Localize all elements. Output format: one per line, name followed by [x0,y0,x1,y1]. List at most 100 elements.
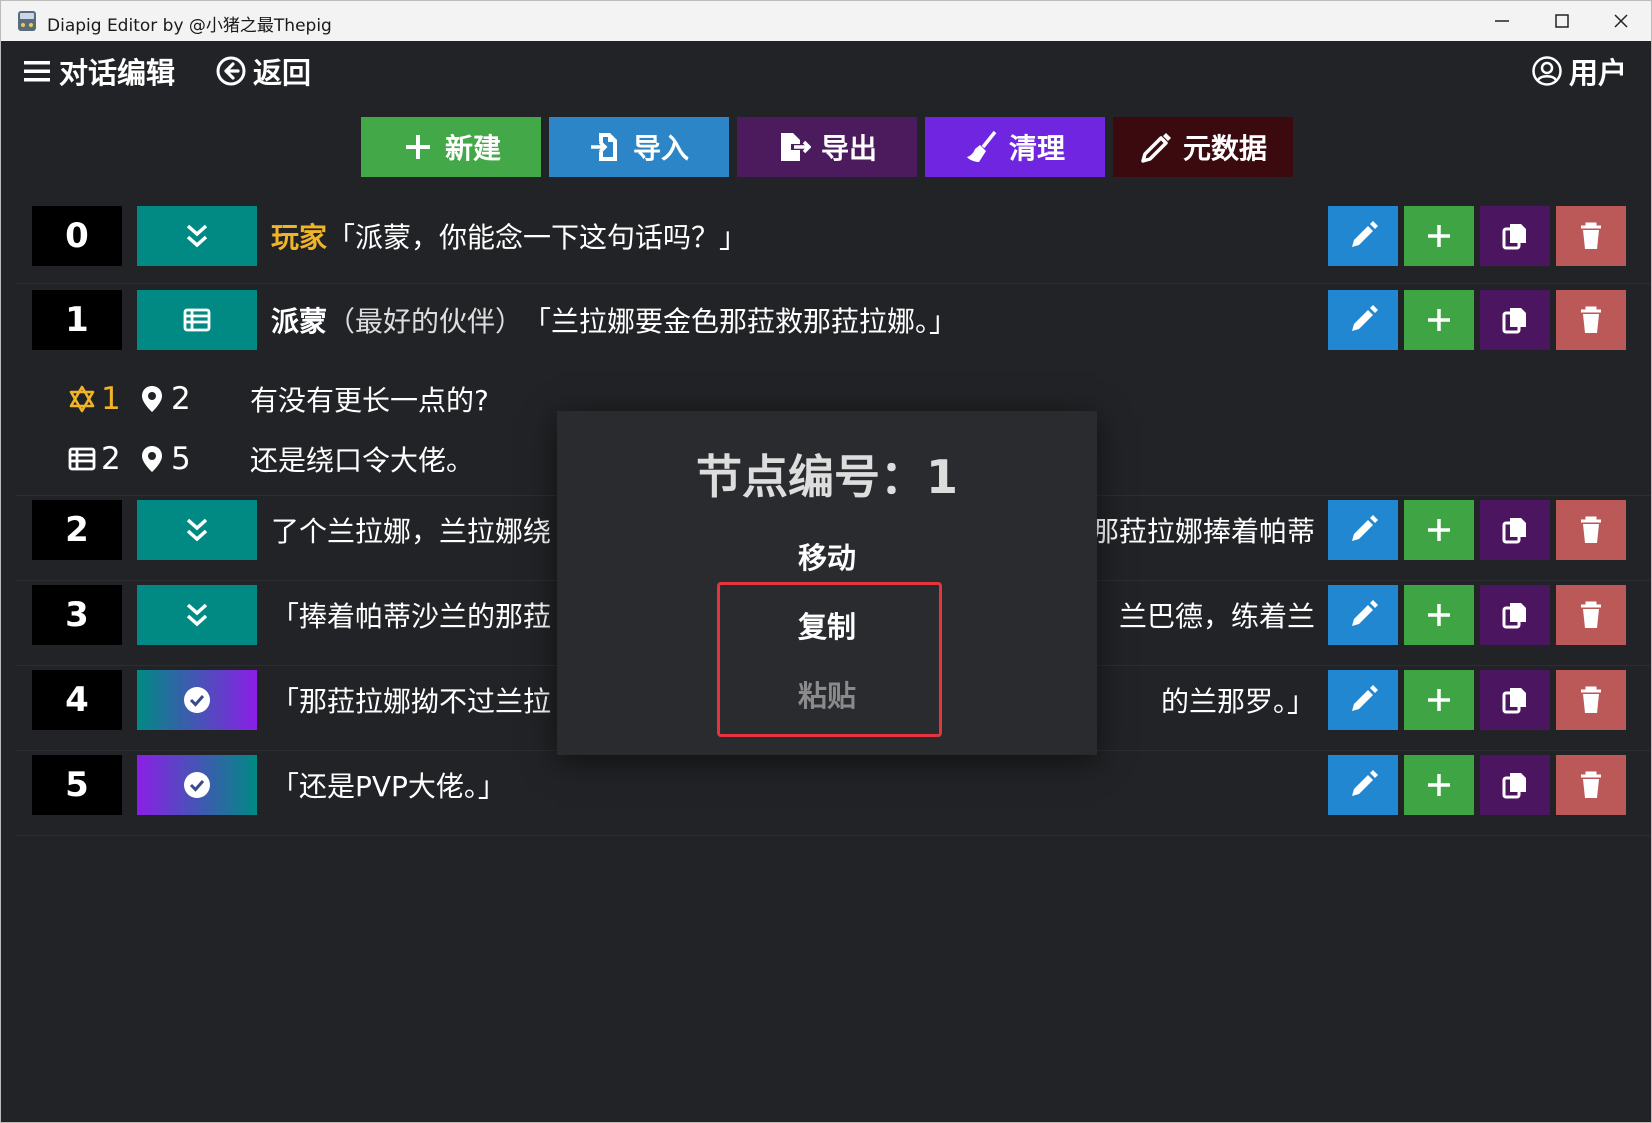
new-label: 新建 [444,132,501,165]
option-condition: 2 [67,441,121,477]
pencil-icon [1352,515,1378,541]
dialog-row-0[interactable]: 0 玩家 「派蒙，你能念一下这句话吗？」 [15,199,1651,284]
copy-button[interactable] [1480,290,1550,350]
row-actions [1328,670,1626,730]
map-pin-icon [142,386,162,412]
delete-button[interactable] [1556,755,1626,815]
edit-button[interactable] [1328,500,1398,560]
row-type-button[interactable] [137,290,257,350]
plus-icon [405,135,430,159]
pencil-icon [1141,133,1171,163]
double-chevron-down-icon [186,224,208,248]
row-index: 4 [32,670,122,730]
hamburger-icon [24,61,50,82]
option-condition-value: 2 [101,441,121,477]
double-chevron-down-icon [186,518,208,542]
edit-button[interactable] [1328,670,1398,730]
file-import-icon [590,133,617,161]
row-type-button[interactable] [137,670,257,730]
row-text: 「还是PVP大佬。」 [271,770,506,803]
row-text-tail: 兰巴德，练着兰 [1118,600,1315,633]
add-button[interactable] [1404,500,1474,560]
close-button[interactable] [1592,1,1650,41]
copy-button[interactable] [1480,755,1550,815]
user-circle-icon [1532,56,1562,86]
row-type-button[interactable] [137,500,257,560]
back-label: 返回 [253,56,312,90]
pencil-icon [1352,770,1378,796]
node-number-title: 节点编号：1 [695,450,958,504]
metadata-button[interactable]: 元数据 [1113,117,1293,177]
trash-icon [1581,516,1601,543]
title-bar: Diapig Editor by @小猪之最Thepig [1,1,1651,41]
option-condition-value: 1 [101,381,121,417]
add-button[interactable] [1404,755,1474,815]
copy-button[interactable] [1480,500,1550,560]
export-label: 导出 [820,132,877,165]
option-target-value: 2 [171,381,191,417]
option-text: 还是绕口令大佬。 [250,444,475,477]
clean-button[interactable]: 清理 [925,117,1105,177]
row-type-button[interactable] [137,206,257,266]
edit-button[interactable] [1328,290,1398,350]
copy-icon [1502,603,1526,629]
row-type-button[interactable] [137,755,257,815]
app-window: Diapig Editor by @小猪之最Thepig 对话编辑 返回 用户 … [0,0,1652,1123]
menu-button[interactable]: 对话编辑 [21,51,175,91]
edit-button[interactable] [1328,755,1398,815]
import-label: 导入 [632,132,689,165]
row-text: 了个兰拉娜，兰拉娜绕 [271,515,552,548]
trash-icon [1581,306,1601,333]
add-button[interactable] [1404,585,1474,645]
minimize-icon [1495,20,1509,22]
new-button[interactable]: 新建 [361,117,541,177]
plus-icon [1428,309,1450,331]
delete-button[interactable] [1556,500,1626,560]
import-button[interactable]: 导入 [549,117,729,177]
option-target: 2 [137,381,191,417]
highlight-box [717,582,942,737]
dialog-row-5[interactable]: 5 「还是PVP大佬。」 [15,751,1651,836]
export-button[interactable]: 导出 [737,117,917,177]
row-text: 玩家 「派蒙，你能念一下这句话吗？」 [271,206,1311,266]
check-circle-icon [184,772,210,798]
delete-button[interactable] [1556,206,1626,266]
copy-icon [1502,518,1526,544]
maximize-button[interactable] [1533,1,1591,41]
delete-button[interactable] [1556,290,1626,350]
add-button[interactable] [1404,670,1474,730]
delete-button[interactable] [1556,585,1626,645]
copy-button[interactable] [1480,585,1550,645]
user-button[interactable]: 用户 [1531,51,1627,91]
edit-button[interactable] [1328,585,1398,645]
list-icon [68,447,96,471]
copy-button[interactable] [1480,670,1550,730]
add-button[interactable] [1404,290,1474,350]
minimize-button[interactable] [1473,1,1531,41]
row-type-button[interactable] [137,585,257,645]
pencil-icon [1352,305,1378,331]
copy-button[interactable] [1480,206,1550,266]
copy-icon [1502,308,1526,334]
delete-button[interactable] [1556,670,1626,730]
back-button[interactable]: 返回 [215,51,311,91]
row-text: 「捧着帕蒂沙兰的那菈 [271,600,552,633]
add-button[interactable] [1404,206,1474,266]
menu-label: 对话编辑 [59,56,176,90]
copy-icon [1502,688,1526,714]
plus-icon [1428,225,1450,247]
row-actions [1328,755,1626,815]
speaker-name: 派蒙 [271,305,328,338]
trash-icon [1581,601,1601,628]
row-text: 派蒙 （最好的伙伴） 「兰拉娜要金色那菈救那菈拉娜。」 [271,290,1311,350]
pencil-icon [1352,685,1378,711]
edit-button[interactable] [1328,206,1398,266]
option-target-value: 5 [171,441,191,477]
move-menu-item[interactable]: 移动 [557,535,1097,577]
star-of-david-icon [69,385,95,413]
pencil-icon [1352,600,1378,626]
row-actions [1328,500,1626,560]
list-icon [183,308,211,332]
app-logo-icon [18,11,36,31]
option-target: 5 [137,441,191,477]
